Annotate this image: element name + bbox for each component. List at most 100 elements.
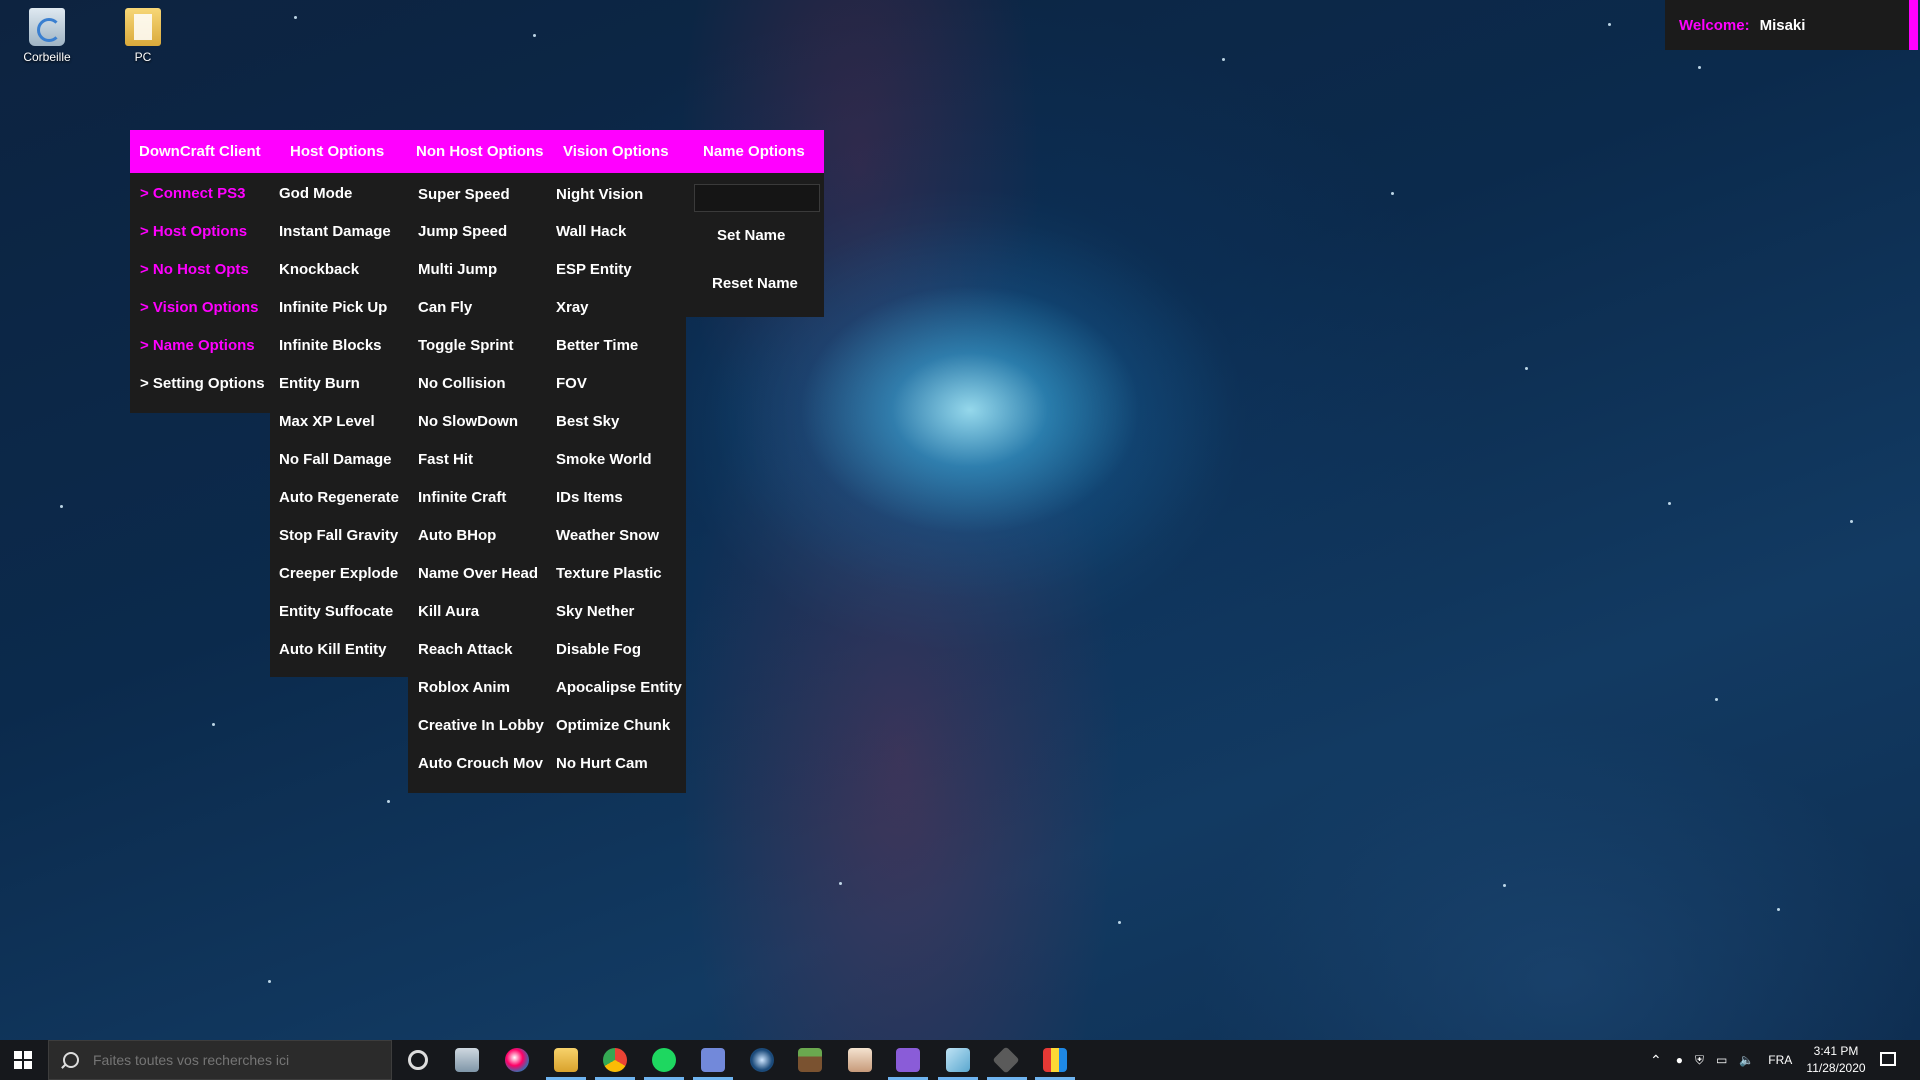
non-host-option[interactable]: Roblox Anim: [418, 679, 510, 696]
search-input[interactable]: [91, 1051, 385, 1069]
taskbar: ⌃ ● ⛨ ▭ 🔈 FRA 3:41 PM 11/28/2020: [0, 1040, 1920, 1080]
discord-tray-icon[interactable]: ●: [1676, 1053, 1683, 1067]
non-host-option[interactable]: Name Over Head: [418, 565, 538, 582]
vision-option[interactable]: ESP Entity: [556, 261, 632, 278]
host-option[interactable]: Creeper Explode: [279, 565, 398, 582]
desktop-icon-label: PC: [134, 50, 152, 64]
visual-studio-icon[interactable]: [896, 1048, 920, 1072]
vision-option[interactable]: Apocalipse Entity: [556, 679, 682, 696]
host-option[interactable]: Entity Suffocate: [279, 603, 393, 620]
vision-option[interactable]: Xray: [556, 299, 589, 316]
non-host-option[interactable]: Kill Aura: [418, 603, 479, 620]
desktop-icon-this-pc[interactable]: PC: [108, 8, 178, 64]
tab-vision-options[interactable]: Vision Options: [563, 130, 669, 173]
non-host-option[interactable]: Reach Attack: [418, 641, 512, 658]
client-item-setting-options[interactable]: > Setting Options: [140, 375, 265, 392]
desktop-icon-label: Corbeille: [23, 50, 71, 64]
non-host-option[interactable]: No SlowDown: [418, 413, 518, 430]
vision-option[interactable]: Wall Hack: [556, 223, 626, 240]
host-option[interactable]: Auto Kill Entity: [279, 641, 387, 658]
vision-option[interactable]: IDs Items: [556, 489, 623, 506]
settings-gear-icon[interactable]: [408, 1050, 428, 1070]
desktop-icon-recycle-bin[interactable]: Corbeille: [12, 8, 82, 64]
paint-icon[interactable]: [505, 1048, 529, 1072]
clock-date: 11/28/2020: [1806, 1061, 1866, 1075]
clock-time: 3:41 PM: [1813, 1044, 1859, 1058]
client-item-no-host-opts[interactable]: > No Host Opts: [140, 261, 249, 278]
non-host-option[interactable]: Can Fly: [418, 299, 472, 316]
file-explorer-icon[interactable]: [554, 1048, 578, 1072]
tab-downcraft-client[interactable]: DownCraft Client: [139, 130, 261, 173]
client-item-vision-options[interactable]: > Vision Options: [140, 299, 259, 316]
shield-icon[interactable]: ⛨: [1695, 1053, 1704, 1068]
windows-logo-icon: [14, 1051, 32, 1069]
non-host-option[interactable]: Super Speed: [418, 186, 510, 203]
host-option[interactable]: No Fall Damage: [279, 451, 392, 468]
language-indicator[interactable]: FRA: [1768, 1053, 1792, 1067]
host-option[interactable]: Knockback: [279, 261, 359, 278]
minecraft-icon[interactable]: [798, 1048, 822, 1072]
discord-icon[interactable]: [701, 1048, 725, 1072]
vision-option[interactable]: Sky Nether: [556, 603, 634, 620]
vision-option[interactable]: Optimize Chunk: [556, 717, 670, 734]
tab-non-host-options[interactable]: Non Host Options: [416, 130, 544, 173]
name-input[interactable]: [694, 184, 820, 212]
spotify-icon[interactable]: [652, 1048, 676, 1072]
steam-icon[interactable]: [750, 1048, 774, 1072]
welcome-user: Misaki: [1759, 16, 1806, 34]
chrome-icon[interactable]: [603, 1048, 627, 1072]
non-host-option[interactable]: Fast Hit: [418, 451, 473, 468]
host-option[interactable]: Instant Damage: [279, 223, 391, 240]
this-pc-icon: [125, 8, 161, 46]
recycle-bin-icon: [29, 8, 65, 46]
host-option[interactable]: Infinite Pick Up: [279, 299, 387, 316]
non-host-option[interactable]: Infinite Craft: [418, 489, 506, 506]
vision-option[interactable]: Weather Snow: [556, 527, 659, 544]
client-item-host-options[interactable]: > Host Options: [140, 223, 247, 240]
non-host-option[interactable]: Multi Jump: [418, 261, 497, 278]
vision-option[interactable]: Better Time: [556, 337, 638, 354]
vision-option[interactable]: Night Vision: [556, 186, 643, 203]
non-host-option[interactable]: Toggle Sprint: [418, 337, 514, 354]
system-tray: ⌃ ● ⛨ ▭ 🔈 FRA: [1650, 1040, 1792, 1080]
tab-name-options[interactable]: Name Options: [703, 130, 805, 173]
host-option[interactable]: Entity Burn: [279, 375, 360, 392]
clock[interactable]: 3:41 PM 11/28/2020: [1800, 1043, 1872, 1077]
vision-option[interactable]: Texture Plastic: [556, 565, 662, 582]
non-host-option[interactable]: Auto BHop: [418, 527, 496, 544]
welcome-label: Welcome:: [1679, 16, 1750, 34]
vision-option[interactable]: FOV: [556, 375, 587, 392]
vision-option[interactable]: Smoke World: [556, 451, 652, 468]
cube-app-icon[interactable]: [992, 1046, 1020, 1074]
host-option[interactable]: Auto Regenerate: [279, 489, 399, 506]
taskbar-search[interactable]: [48, 1040, 392, 1080]
photos-icon[interactable]: [455, 1048, 479, 1072]
app-icon[interactable]: [848, 1048, 872, 1072]
tab-host-options[interactable]: Host Options: [290, 130, 384, 173]
vision-option[interactable]: No Hurt Cam: [556, 755, 648, 772]
set-name-button[interactable]: Set Name: [717, 227, 785, 244]
notification-center-icon[interactable]: [1880, 1052, 1896, 1066]
non-host-option[interactable]: Jump Speed: [418, 223, 507, 240]
non-host-option[interactable]: Creative In Lobby: [418, 717, 544, 734]
vision-option[interactable]: Disable Fog: [556, 641, 641, 658]
non-host-option[interactable]: No Collision: [418, 375, 506, 392]
volume-icon[interactable]: 🔈: [1739, 1053, 1754, 1067]
host-option[interactable]: Infinite Blocks: [279, 337, 382, 354]
vision-option[interactable]: Best Sky: [556, 413, 619, 430]
search-icon: [63, 1052, 79, 1068]
notes-icon[interactable]: [946, 1048, 970, 1072]
host-option[interactable]: Max XP Level: [279, 413, 375, 430]
host-option[interactable]: Stop Fall Gravity: [279, 527, 398, 544]
non-host-option[interactable]: Auto Crouch Mov: [418, 755, 543, 772]
media-icon[interactable]: [1043, 1048, 1067, 1072]
host-option[interactable]: God Mode: [279, 185, 352, 202]
welcome-box: Welcome: Misaki: [1665, 0, 1918, 50]
start-button[interactable]: [0, 1040, 46, 1080]
client-item-connect-ps3[interactable]: > Connect PS3: [140, 185, 245, 202]
menu-bar: DownCraft Client Host Options Non Host O…: [130, 130, 824, 173]
chevron-up-icon[interactable]: ⌃: [1650, 1052, 1662, 1069]
network-icon[interactable]: ▭: [1716, 1053, 1727, 1067]
reset-name-button[interactable]: Reset Name: [712, 275, 798, 292]
client-item-name-options[interactable]: > Name Options: [140, 337, 255, 354]
